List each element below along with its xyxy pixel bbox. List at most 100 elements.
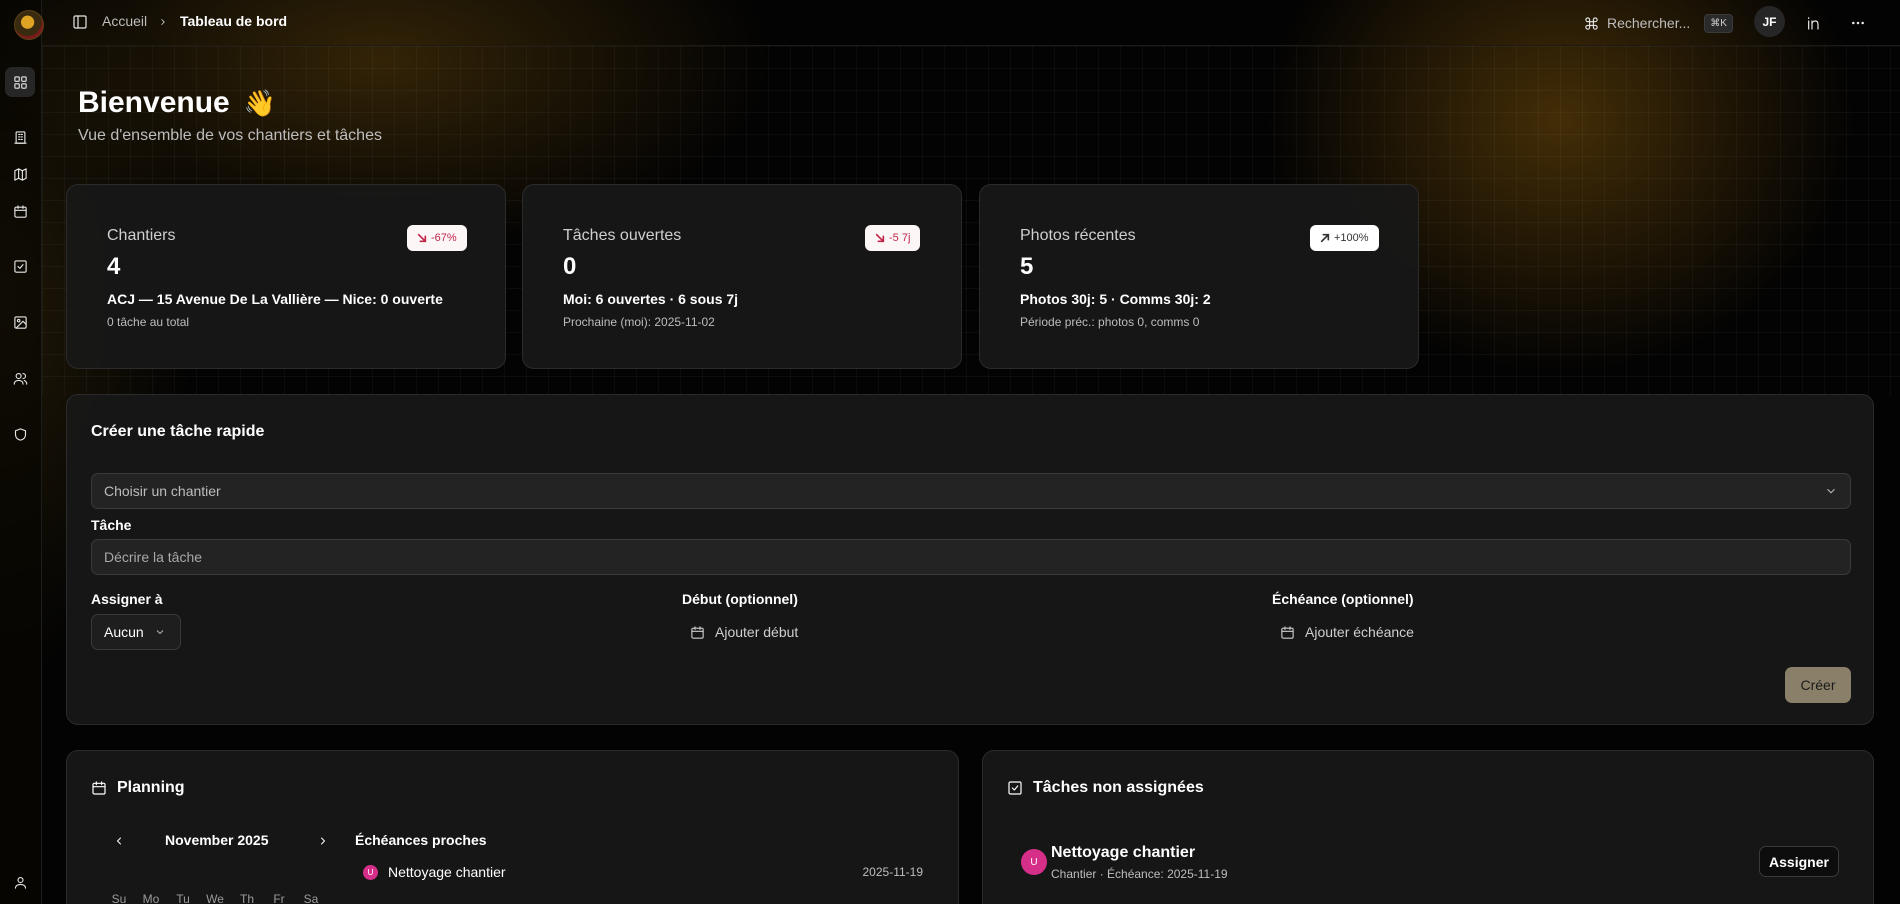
assignee-select[interactable]: Aucun (91, 614, 181, 650)
calendar-icon (13, 204, 27, 218)
calendar-month: November 2025 (165, 832, 269, 848)
add-start-date-button[interactable]: Ajouter début (682, 614, 806, 650)
top-bar: Accueil Tableau de bord Rechercher... ⌘K… (42, 0, 1900, 46)
stat-card-open-tasks[interactable]: Tâches ouvertes -5 7j 0 Moi: 6 ouvertes … (522, 184, 962, 369)
search-shortcut: ⌘K (1704, 13, 1733, 33)
unassigned-title-text: Tâches non assignées (1033, 779, 1204, 796)
trend-badge: +100% (1310, 225, 1379, 251)
stat-detail: ACJ — 15 Avenue De La Vallière — Nice: 0… (107, 291, 443, 307)
shield-icon (14, 427, 26, 441)
quick-task-card: Créer une tâche rapide Choisir un chanti… (66, 394, 1874, 725)
weekday-label: Sa (303, 892, 319, 904)
search-button[interactable]: Rechercher... ⌘K (1584, 9, 1733, 37)
deadline-task-name: Nettoyage chantier (388, 864, 506, 880)
calendar-next-button[interactable] (311, 829, 335, 853)
trend-badge-text: -5 7j (889, 232, 911, 244)
calendar-icon (92, 781, 106, 795)
weekday-label: Su (111, 892, 127, 904)
building-icon (13, 130, 27, 144)
page-subtitle: Vue d'ensemble de vos chantiers et tâche… (78, 127, 382, 144)
trend-badge: -5 7j (865, 225, 921, 251)
planning-title: Planning (91, 779, 185, 797)
stat-detail: Photos 30j: 5 · Comms 30j: 2 (1020, 291, 1211, 307)
calendar-icon (691, 625, 704, 639)
sidebar-toggle-button[interactable] (70, 12, 90, 32)
add-start-date-label: Ajouter début (715, 624, 799, 640)
assignee-value: Aucun (104, 624, 144, 640)
more-horizontal-icon (1852, 21, 1864, 25)
stat-label: Chantiers (107, 227, 176, 244)
create-task-button[interactable]: Créer (1785, 667, 1851, 703)
assign-task-button[interactable]: Assigner (1759, 846, 1839, 877)
stat-label: Photos récentes (1020, 227, 1136, 244)
nav-security[interactable] (5, 419, 35, 449)
chevron-down-icon (156, 630, 164, 635)
stat-footnote: 0 tâche au total (107, 315, 190, 329)
trend-badge-text: +100% (1334, 232, 1369, 244)
app-logo[interactable] (14, 10, 44, 40)
weekday-label: Tu (176, 892, 190, 904)
nav-profile[interactable] (5, 867, 35, 897)
breadcrumb-current: Tableau de bord (180, 13, 288, 29)
chevron-right-icon (161, 19, 165, 25)
stat-value: 4 (107, 253, 121, 280)
arrow-down-right-icon (417, 233, 427, 243)
add-due-date-button[interactable]: Ajouter échéance (1272, 614, 1422, 650)
task-initial-badge: U (1021, 849, 1047, 875)
linkedin-icon (1808, 17, 1819, 30)
checkbox-icon (13, 259, 27, 273)
unassigned-tasks-card: Tâches non assignées U Nettoyage chantie… (982, 750, 1874, 904)
nav-map[interactable] (5, 159, 35, 189)
stat-detail: Moi: 6 ouvertes · 6 sous 7j (563, 291, 739, 307)
breadcrumb-home-link[interactable]: Accueil (102, 13, 147, 29)
due-date-label: Échéance (optionnel) (1272, 591, 1414, 607)
trend-badge-text: -67% (431, 232, 457, 244)
waving-hand-emoji: 👋 (243, 87, 277, 118)
sidebar-icon (73, 15, 87, 29)
task-label: Tâche (91, 517, 132, 533)
nav-sites[interactable] (5, 122, 35, 152)
left-rail (0, 0, 44, 904)
nav-dashboard[interactable] (5, 67, 35, 97)
linkedin-button[interactable] (1802, 11, 1826, 35)
site-select[interactable]: Choisir un chantier (91, 473, 1851, 509)
calendar-icon (1281, 625, 1294, 639)
chevron-down-icon (1827, 488, 1835, 494)
weekday-label: Th (239, 892, 254, 904)
arrow-up-right-icon (1320, 233, 1330, 243)
calendar-prev-button[interactable] (107, 829, 131, 853)
weekday-label: Fr (273, 892, 285, 904)
upcoming-deadlines-title: Échéances proches (355, 832, 487, 848)
stat-card-recent-photos[interactable]: Photos récentes +100% 5 Photos 30j: 5 · … (979, 184, 1419, 369)
chevron-right-icon (321, 837, 325, 845)
trend-badge: -67% (407, 225, 467, 251)
planning-title-text: Planning (117, 779, 185, 796)
assign-label: Assigner à (91, 591, 163, 607)
start-date-label: Début (optionnel) (682, 591, 798, 607)
nav-tasks[interactable] (5, 251, 35, 281)
breadcrumb-separator (156, 13, 170, 31)
nav-photos[interactable] (5, 307, 35, 337)
nav-users[interactable] (5, 363, 35, 393)
add-due-date-label: Ajouter échéance (1305, 624, 1414, 640)
user-icon (14, 876, 26, 889)
weekday-label: We (206, 892, 224, 904)
task-description-input[interactable] (91, 539, 1851, 575)
stat-footnote: Prochaine (moi): 2025-11-02 (563, 315, 715, 329)
stat-label: Tâches ouvertes (563, 227, 682, 244)
upcoming-deadline-item[interactable]: U Nettoyage chantier 2025-11-19 (363, 861, 923, 883)
arrow-down-right-icon (875, 233, 885, 243)
planning-card: Planning November 2025 Su Mo Tu We Th Fr… (66, 750, 959, 904)
site-select-placeholder: Choisir un chantier (104, 483, 221, 499)
deadline-date: 2025-11-19 (862, 865, 924, 879)
more-options-button[interactable] (1846, 11, 1870, 35)
stat-value: 0 (563, 253, 577, 280)
nav-calendar[interactable] (5, 196, 35, 226)
chevron-left-icon (117, 837, 121, 845)
stat-footnote: Période préc.: photos 0, comms 0 (1020, 315, 1200, 329)
task-meta: Chantier · Échéance: 2025-11-19 (1051, 867, 1228, 881)
user-avatar[interactable]: JF (1754, 6, 1785, 37)
assignee-initial-badge: U (363, 864, 378, 880)
image-icon (13, 315, 27, 329)
stat-card-sites[interactable]: Chantiers -67% 4 ACJ — 15 Avenue De La V… (66, 184, 506, 369)
